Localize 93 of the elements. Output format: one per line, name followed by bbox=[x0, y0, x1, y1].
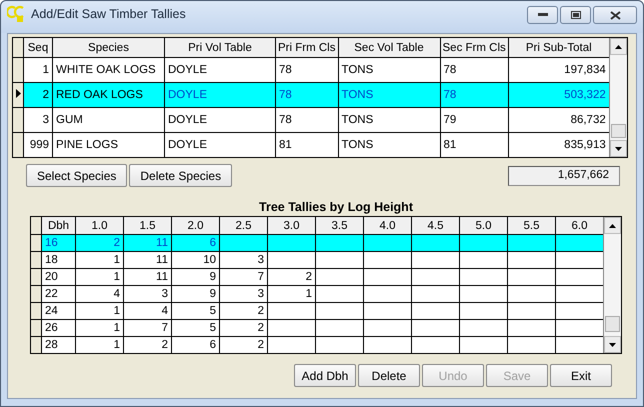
minimize-button[interactable] bbox=[527, 6, 558, 24]
table-cell: 20 bbox=[42, 268, 76, 286]
column-header[interactable]: Species bbox=[52, 38, 164, 58]
column-header[interactable]: 2.5 bbox=[220, 217, 268, 234]
table-cell: TONS bbox=[338, 108, 440, 132]
table-cell: 2 bbox=[76, 234, 124, 252]
table-cell: 78 bbox=[440, 82, 508, 108]
table-cell: 2 bbox=[268, 268, 316, 286]
scrollbar[interactable] bbox=[608, 38, 627, 157]
close-button[interactable] bbox=[593, 6, 637, 24]
close-icon bbox=[610, 10, 620, 20]
scroll-thumb[interactable] bbox=[605, 316, 620, 332]
column-header[interactable]: 4.0 bbox=[364, 217, 412, 234]
table-cell: 79 bbox=[440, 108, 508, 132]
species-button[interactable]: Delete Species bbox=[129, 164, 232, 187]
app-logo-icon bbox=[7, 5, 25, 23]
table-cell: 9 bbox=[172, 268, 220, 286]
table-cell: 11 bbox=[124, 234, 172, 252]
column-header[interactable]: Pri Frm Cls bbox=[276, 38, 338, 58]
action-button[interactable]: Exit bbox=[550, 364, 612, 387]
table-cell: 2 bbox=[220, 320, 268, 336]
scroll-down-button[interactable] bbox=[610, 140, 627, 157]
column-header[interactable]: 1.5 bbox=[124, 217, 172, 234]
column-header[interactable]: Sec Frm Cls bbox=[440, 38, 508, 58]
table-cell: 26 bbox=[42, 320, 76, 336]
column-header[interactable]: Dbh bbox=[42, 217, 76, 234]
column-header[interactable]: Pri Sub-Total bbox=[508, 38, 609, 58]
table-cell: 1 bbox=[76, 252, 124, 268]
table-cell: 3 bbox=[124, 286, 172, 302]
table-cell: DOYLE bbox=[164, 108, 276, 132]
table-cell: 11 bbox=[124, 252, 172, 268]
column-header[interactable]: 1.0 bbox=[76, 217, 124, 234]
table-cell: RED OAK LOGS bbox=[52, 82, 164, 108]
table-cell: 2 bbox=[220, 302, 268, 320]
scroll-thumb[interactable] bbox=[610, 124, 626, 138]
tally-table-title: Tree Tallies by Log Height bbox=[258, 200, 414, 214]
down-arrow-icon bbox=[609, 342, 616, 346]
selected-row[interactable]: 16 2 11 6 bbox=[31, 234, 603, 252]
table-cell: 6 bbox=[172, 234, 220, 252]
scroll-down-button[interactable] bbox=[604, 336, 621, 353]
table-cell: 5 bbox=[172, 320, 220, 336]
down-arrow-icon bbox=[614, 146, 622, 150]
maximize-button[interactable] bbox=[560, 6, 591, 24]
column-header[interactable]: 6.0 bbox=[556, 217, 603, 234]
table-cell: 22 bbox=[42, 286, 76, 302]
column-header[interactable]: 5.5 bbox=[508, 217, 556, 234]
table-cell: 4 bbox=[124, 302, 172, 320]
table-cell: 7 bbox=[124, 320, 172, 336]
table-cell: 78 bbox=[276, 108, 338, 132]
table-cell: 10 bbox=[172, 252, 220, 268]
column-header[interactable]: 5.0 bbox=[460, 217, 508, 234]
action-button[interactable]: Add Dbh bbox=[294, 364, 356, 387]
table-cell: 1 bbox=[76, 302, 124, 320]
scroll-up-button[interactable] bbox=[610, 38, 627, 55]
table-cell: 18 bbox=[42, 252, 76, 268]
table-cell: 78 bbox=[276, 82, 338, 108]
table-cell: 4 bbox=[76, 286, 124, 302]
table-cell: 24 bbox=[42, 302, 76, 320]
minimize-icon bbox=[538, 13, 548, 17]
table-cell: 9 bbox=[172, 286, 220, 302]
selected-row[interactable]: 2 RED OAK LOGS DOYLE 78 TONS 78 503,322 bbox=[13, 82, 609, 108]
table-cell: 2 bbox=[24, 82, 52, 108]
column-header[interactable]: Seq bbox=[24, 38, 52, 58]
table-cell: 503,322 bbox=[508, 82, 609, 108]
maximize-icon bbox=[570, 11, 580, 19]
table-cell: 1 bbox=[76, 268, 124, 286]
column-header[interactable]: 4.5 bbox=[412, 217, 460, 234]
column-header[interactable]: 3.0 bbox=[268, 217, 316, 234]
table-cell: 3 bbox=[220, 252, 268, 268]
species-button[interactable]: Select Species bbox=[26, 164, 128, 187]
table-cell: 5 bbox=[172, 302, 220, 320]
column-header[interactable]: Sec Vol Table bbox=[338, 38, 440, 58]
column-header[interactable]: 3.5 bbox=[316, 217, 364, 234]
up-arrow-icon bbox=[614, 44, 622, 48]
table-cell: DOYLE bbox=[164, 82, 276, 108]
table-cell: 3 bbox=[24, 108, 52, 132]
grand-total-field: 1,657,662 bbox=[508, 166, 620, 186]
scrollbar[interactable] bbox=[603, 217, 621, 353]
table-cell: 11 bbox=[124, 268, 172, 286]
table-cell: 16 bbox=[42, 234, 76, 252]
table-cell: TONS bbox=[338, 82, 440, 108]
table-cell: 3 bbox=[220, 286, 268, 302]
column-header[interactable]: 2.0 bbox=[172, 217, 220, 234]
up-arrow-icon bbox=[609, 224, 616, 228]
window-title: Add/Edit Saw Timber Tallies bbox=[31, 7, 186, 21]
current-row-icon bbox=[16, 89, 20, 98]
scroll-up-button[interactable] bbox=[604, 217, 621, 234]
table-cell: 7 bbox=[220, 268, 268, 286]
column-header[interactable]: Pri Vol Table bbox=[164, 38, 276, 58]
action-button[interactable]: Delete bbox=[358, 364, 420, 387]
table-cell: 1 bbox=[76, 320, 124, 336]
table-cell: GUM bbox=[52, 108, 164, 132]
table-cell: 1 bbox=[268, 286, 316, 302]
